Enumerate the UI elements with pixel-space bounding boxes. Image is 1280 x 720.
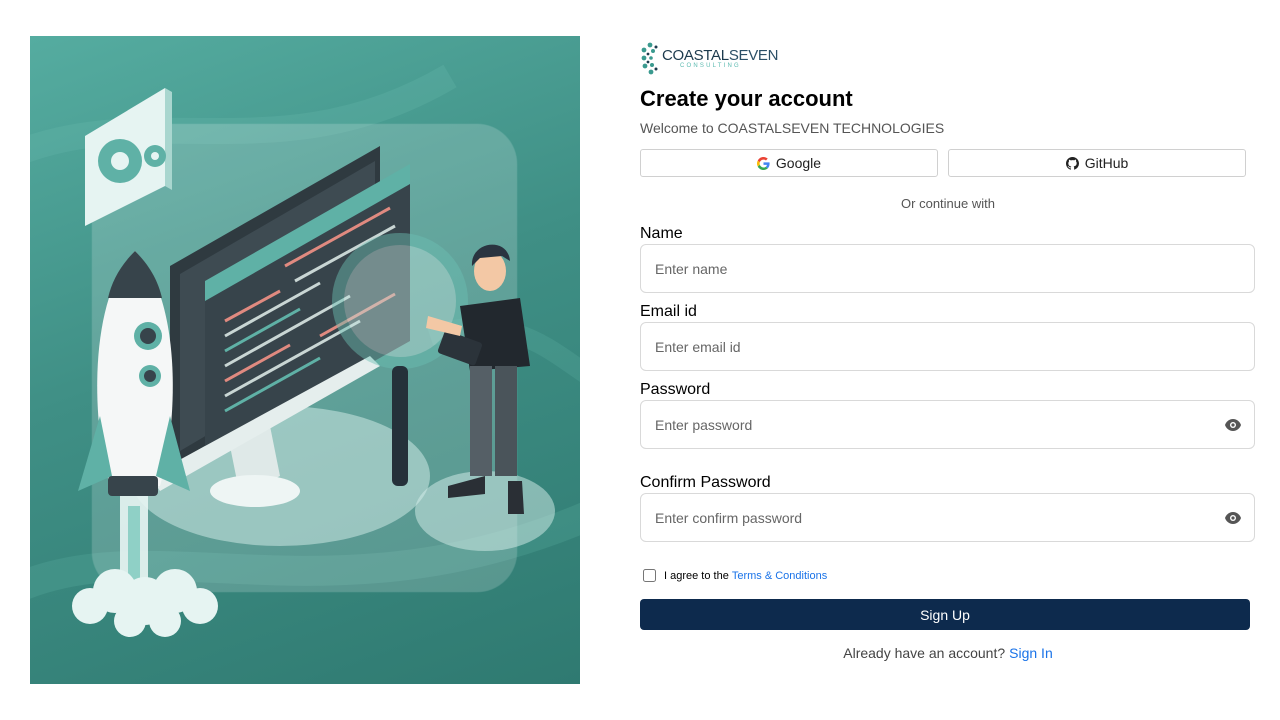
confirm-password-field xyxy=(640,493,1255,542)
logo-dots-icon xyxy=(641,42,658,75)
github-signin-button[interactable]: GitHub xyxy=(948,149,1246,177)
name-input[interactable] xyxy=(653,259,1242,278)
terms-agreement: I agree to the Terms & Conditions xyxy=(640,569,1256,582)
name-field xyxy=(640,244,1255,293)
password-input[interactable] xyxy=(653,415,1224,434)
github-label: GitHub xyxy=(1084,155,1129,171)
show-confirm-password-eye-icon[interactable] xyxy=(1224,509,1242,527)
social-login-row: Google GitHub xyxy=(640,149,1256,177)
google-label: Google xyxy=(775,155,822,171)
developer-rocket-illustration xyxy=(30,64,580,637)
page-subtitle: Welcome to COASTALSEVEN TECHNOLOGIES xyxy=(640,120,945,136)
email-label: Email id xyxy=(640,303,697,320)
logo-wordmark-bold: COASTAL xyxy=(662,46,729,64)
github-icon xyxy=(1065,156,1079,170)
or-continue-divider: Or continue with xyxy=(901,196,995,211)
password-field xyxy=(640,400,1255,449)
password-label: Password xyxy=(640,381,711,398)
signup-form: COASTALSEVEN CONSULTING Create your acco… xyxy=(640,40,1256,661)
logo-wordmark: COASTALSEVEN xyxy=(662,48,778,63)
eye-icon xyxy=(1225,511,1241,524)
sign-in-link[interactable]: Sign In xyxy=(1009,645,1053,661)
google-signin-button[interactable]: Google xyxy=(640,149,938,177)
terms-checkbox[interactable] xyxy=(643,569,656,582)
sign-up-button[interactable]: Sign Up xyxy=(640,599,1250,630)
logo-wordmark-light: SEVEN xyxy=(728,46,779,64)
show-password-eye-icon[interactable] xyxy=(1224,416,1242,434)
terms-link[interactable]: Terms & Conditions xyxy=(732,570,827,582)
company-logo: COASTALSEVEN CONSULTING xyxy=(640,40,1256,76)
signin-prompt-text: Already have an account? xyxy=(843,645,1006,661)
email-input[interactable] xyxy=(653,337,1242,356)
name-label: Name xyxy=(640,225,683,242)
page-title: Create your account xyxy=(640,86,853,111)
confirm-password-label: Confirm Password xyxy=(640,474,771,491)
email-field xyxy=(640,322,1255,371)
signup-illustration xyxy=(30,36,580,684)
google-icon xyxy=(756,156,770,170)
confirm-password-input[interactable] xyxy=(653,508,1224,527)
terms-prefix-text: I agree to the xyxy=(664,569,729,582)
signin-prompt: Already have an account? Sign In xyxy=(640,645,1256,661)
eye-icon xyxy=(1225,418,1241,431)
